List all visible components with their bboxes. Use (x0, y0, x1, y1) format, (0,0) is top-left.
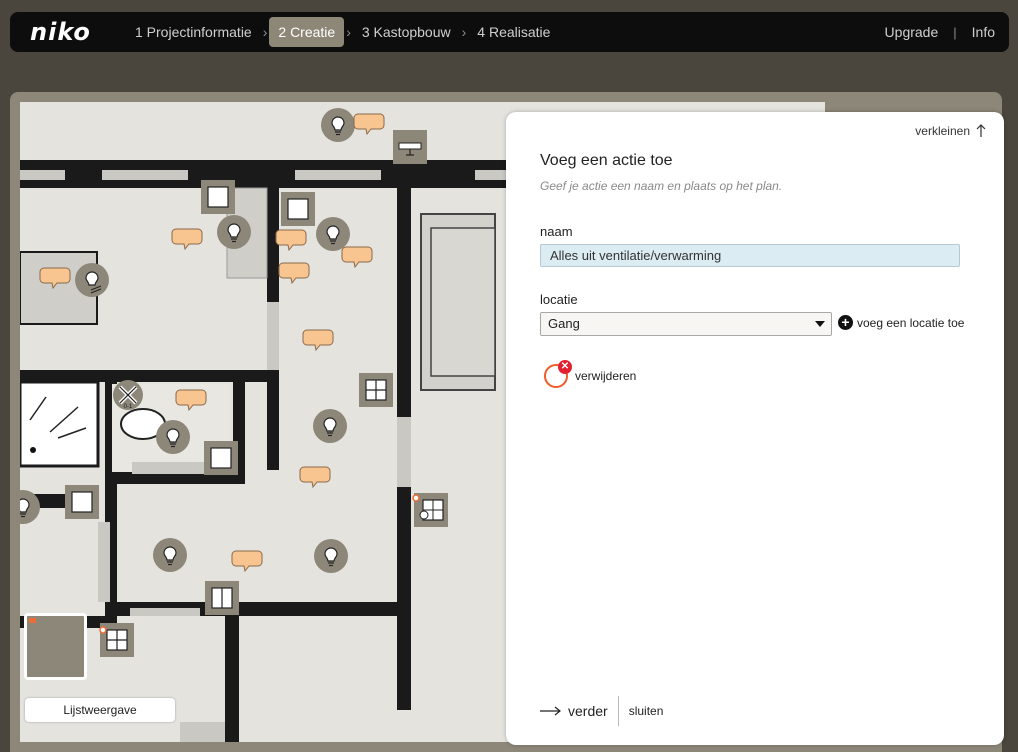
name-input[interactable] (540, 244, 960, 267)
step-kastopbouw[interactable]: 3 Kastopbouw (353, 17, 460, 47)
panel-footer: verder sluiten (540, 696, 663, 726)
add-location-label: voeg een locatie toe (857, 315, 965, 330)
niko-logo[interactable]: niko (30, 18, 91, 46)
step-projectinformatie[interactable]: 1 Projectinformatie (126, 17, 261, 47)
chevron-right-icon: › (346, 24, 351, 40)
caret-down-icon (815, 321, 825, 327)
close-button[interactable]: sluiten (629, 704, 664, 718)
remove-label: verwijderen (575, 369, 637, 383)
divider: | (953, 24, 957, 40)
top-links: Upgrade | Info (885, 12, 995, 52)
close-icon: ✕ (558, 360, 572, 374)
next-label: verder (568, 703, 608, 719)
info-link[interactable]: Info (972, 24, 995, 40)
name-label: naam (540, 224, 573, 239)
step-creatie[interactable]: 2 Creatie (269, 17, 345, 47)
chevron-right-icon: › (461, 24, 467, 40)
panel-subtitle: Geef je actie een naam en plaats op het … (540, 179, 783, 193)
arrow-up-icon (976, 124, 986, 137)
chevron-right-icon: › (262, 24, 268, 40)
location-label: locatie (540, 292, 578, 307)
arrow-right-icon (540, 706, 561, 716)
level-indicator (29, 618, 36, 623)
add-action-panel: verkleinen Voeg een actie toe Geef je ac… (506, 112, 1004, 745)
svg-text:0-1: 0-1 (124, 404, 133, 410)
upgrade-link[interactable]: Upgrade (885, 24, 939, 40)
add-location-button[interactable]: + voeg een locatie toe (838, 315, 964, 330)
step-navigation: 1 Projectinformatie › 2 Creatie › 3 Kast… (126, 17, 559, 47)
top-navigation-bar: niko 1 Projectinformatie › 2 Creatie › 3… (10, 12, 1009, 52)
divider (617, 696, 619, 726)
plan-thumbnail[interactable] (24, 613, 87, 680)
next-button[interactable]: verder (540, 703, 608, 719)
step-realisatie[interactable]: 4 Realisatie (468, 17, 559, 47)
panel-title: Voeg een actie toe (540, 152, 673, 169)
location-selected-value: Gang (548, 316, 580, 331)
plus-icon: + (838, 315, 853, 330)
list-view-button[interactable]: Lijstweergave (25, 698, 175, 722)
shrink-label: verkleinen (915, 124, 970, 138)
location-select[interactable]: Gang (540, 312, 832, 336)
remove-marker-icon: ✕ (544, 360, 572, 388)
remove-button[interactable]: ✕ verwijderen (544, 360, 637, 388)
shrink-button[interactable]: verkleinen (915, 124, 986, 138)
